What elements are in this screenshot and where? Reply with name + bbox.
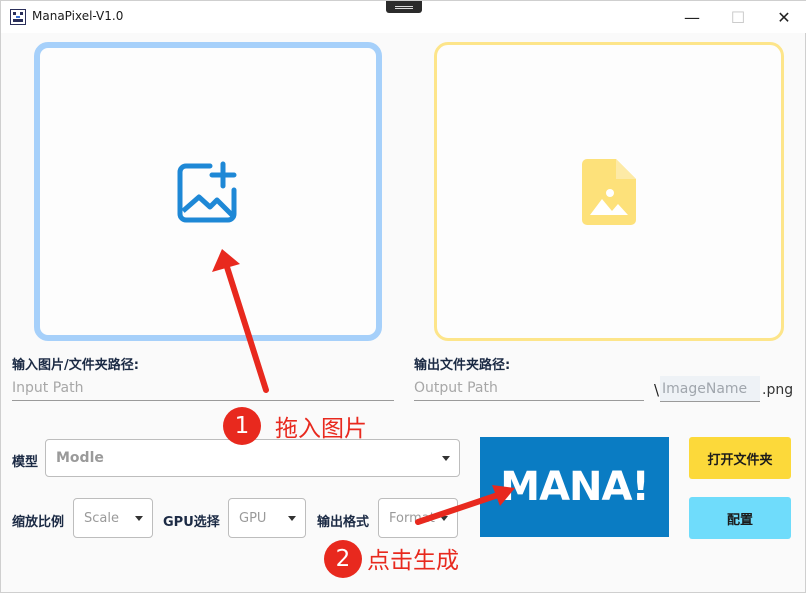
generate-button[interactable]: MANA!	[480, 437, 669, 537]
config-button[interactable]: 配置	[689, 497, 791, 539]
model-select[interactable]: Modle	[45, 439, 460, 477]
image-file-icon	[582, 158, 636, 225]
chevron-down-icon	[440, 516, 448, 521]
format-label: 输出格式	[317, 515, 370, 530]
title-bar[interactable]: ManaPixel-V1.0 — ☐ ✕	[1, 1, 806, 33]
output-preview-zone	[434, 42, 784, 341]
add-image-icon	[177, 161, 237, 222]
app-logo-icon	[10, 9, 26, 25]
model-label: 模型	[12, 455, 39, 470]
step-1-annotation: 拖入图片	[275, 416, 367, 442]
input-path-label: 输入图片/文件夹路径:	[12, 358, 139, 373]
path-separator: \	[654, 381, 660, 399]
step-2-annotation: 点击生成	[367, 548, 459, 574]
snap-handle[interactable]	[386, 1, 422, 13]
model-value: Modle	[56, 450, 104, 466]
output-path-label: 输出文件夹路径:	[414, 358, 511, 373]
input-drop-zone[interactable]	[34, 42, 382, 341]
chevron-down-icon	[135, 516, 143, 521]
input-path-field[interactable]	[12, 380, 394, 401]
file-extension: .png	[762, 382, 794, 398]
gpu-value: GPU	[239, 510, 267, 526]
minimize-button[interactable]: —	[669, 1, 715, 33]
app-window: ManaPixel-V1.0 — ☐ ✕ 输入图片/文件夹路径: 输出文件夹路径…	[0, 0, 806, 593]
step-1-badge: 1	[223, 407, 261, 445]
scale-select[interactable]: Scale	[73, 498, 153, 538]
gpu-select[interactable]: GPU	[228, 498, 306, 538]
output-path-field[interactable]	[414, 380, 644, 401]
window-title: ManaPixel-V1.0	[32, 9, 124, 23]
scale-value: Scale	[84, 510, 119, 526]
chevron-down-icon	[442, 456, 450, 461]
close-button[interactable]: ✕	[761, 1, 806, 33]
format-value: Format	[389, 510, 435, 526]
step-2-badge: 2	[324, 540, 362, 578]
image-name-field[interactable]	[660, 376, 760, 402]
maximize-button[interactable]: ☐	[715, 1, 761, 33]
open-folder-button[interactable]: 打开文件夹	[689, 437, 791, 479]
chevron-down-icon	[288, 516, 296, 521]
format-select[interactable]: Format	[378, 498, 458, 538]
gpu-label: GPU选择	[163, 515, 220, 530]
scale-label: 缩放比例	[12, 515, 65, 530]
